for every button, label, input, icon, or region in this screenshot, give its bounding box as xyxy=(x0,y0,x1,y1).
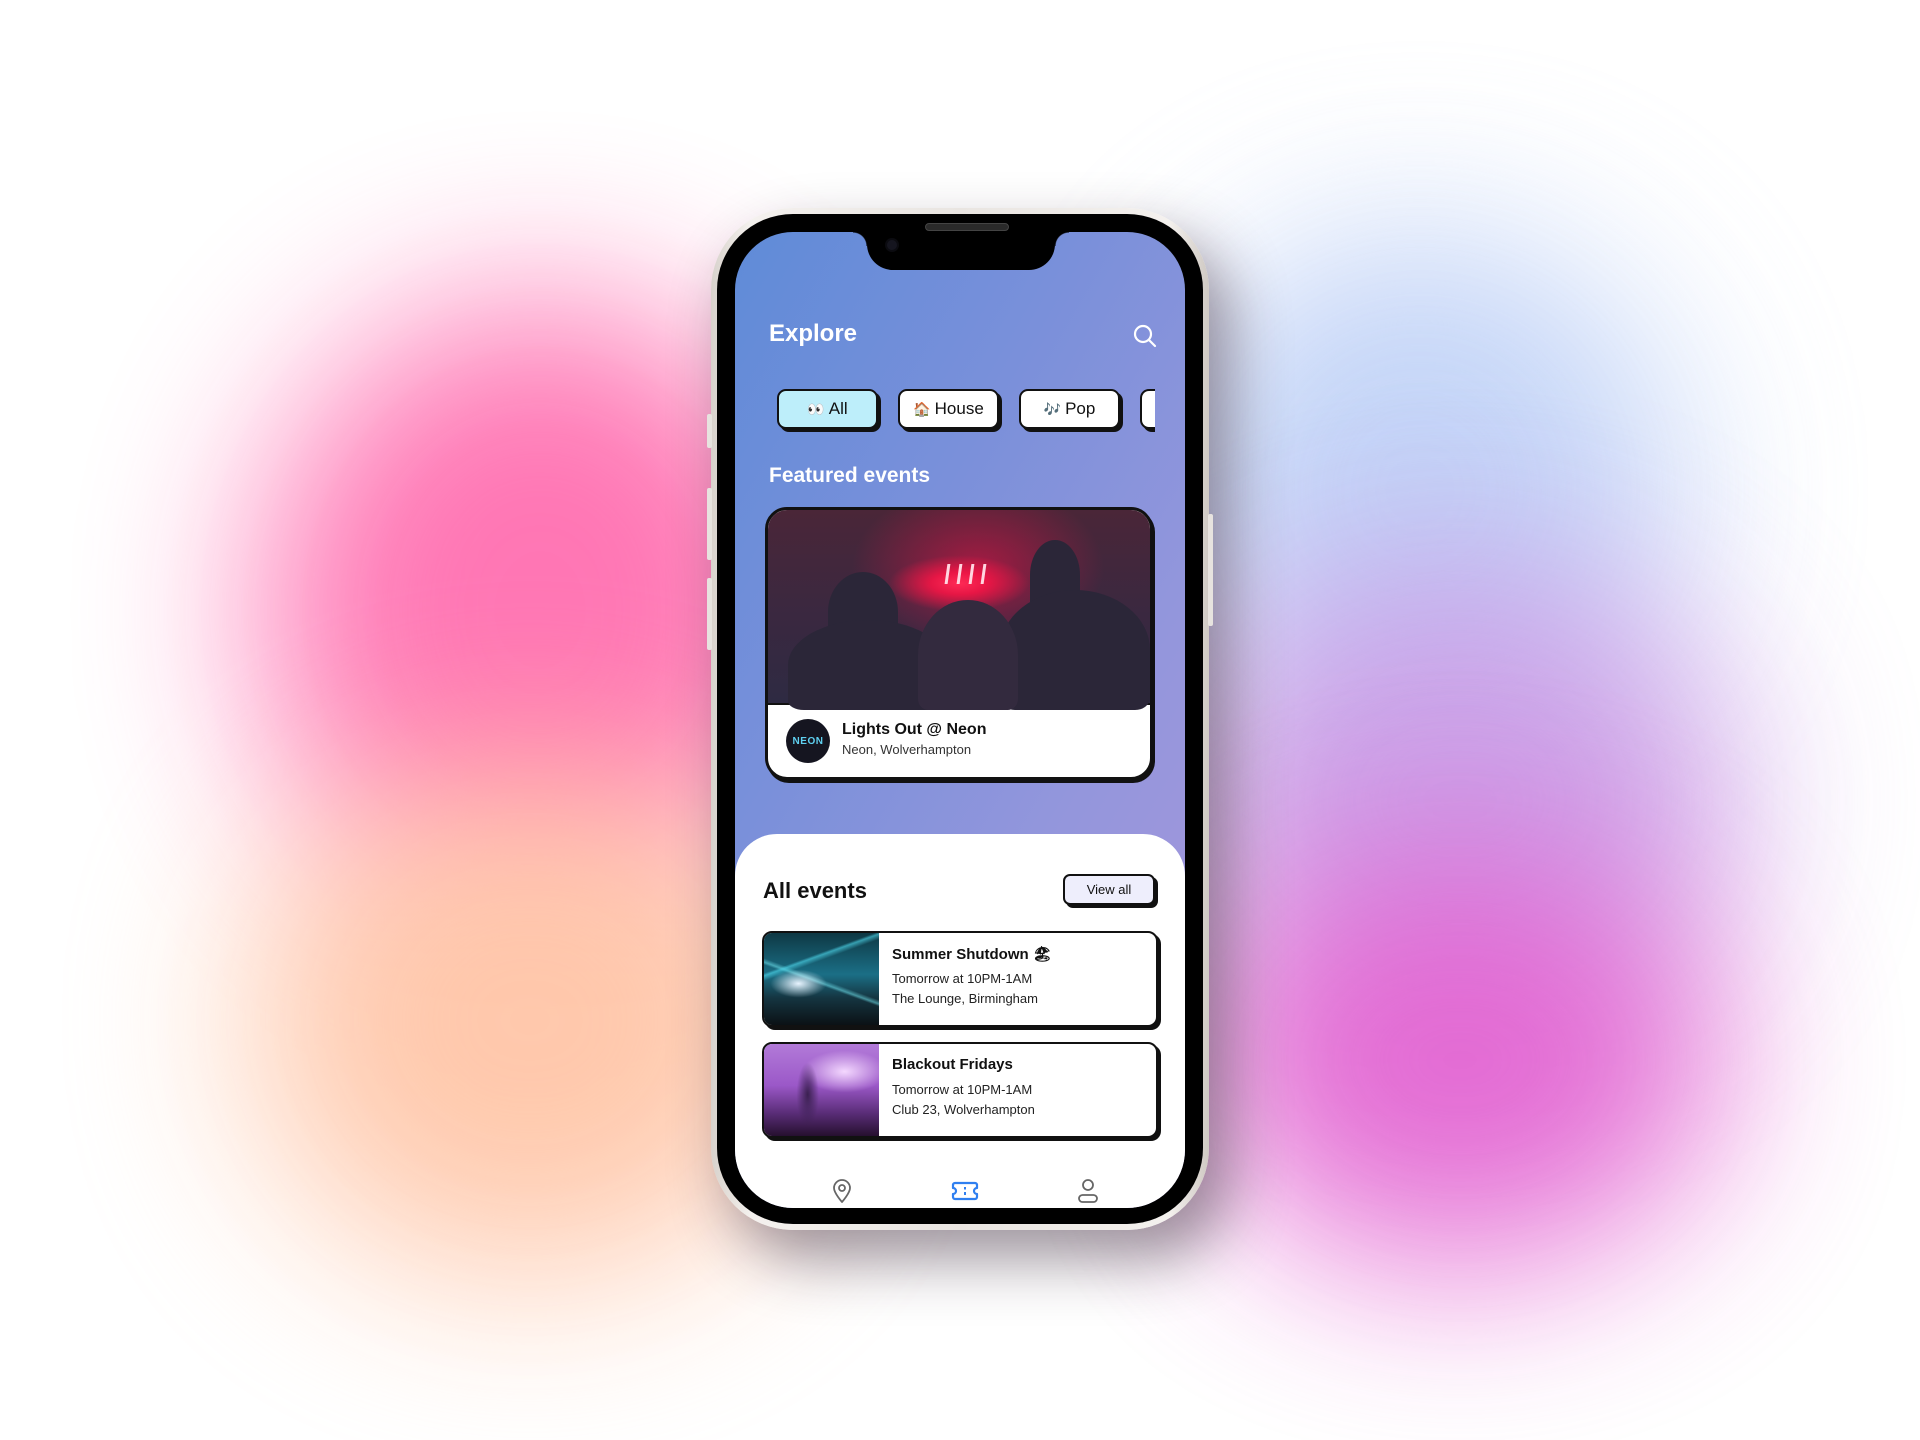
stage-lights xyxy=(944,564,987,584)
event-time: Tomorrow at 10PM-1AM xyxy=(892,1082,1033,1097)
category-chip-all[interactable]: 👀 All xyxy=(777,389,878,429)
view-all-button[interactable]: View all xyxy=(1063,874,1155,905)
power-button xyxy=(1208,514,1213,626)
phone-mockup: Explore 👀 All 🏠 House 🎶 Pop Featured eve… xyxy=(707,208,1213,1230)
crowd-silhouette xyxy=(1000,590,1150,710)
front-camera xyxy=(887,240,897,250)
app-screen: Explore 👀 All 🏠 House 🎶 Pop Featured eve… xyxy=(735,232,1185,1208)
event-thumbnail xyxy=(764,1044,879,1136)
earpiece-speaker xyxy=(925,223,1009,231)
beach-umbrella-icon: 🏖 xyxy=(1032,946,1052,963)
volume-up-button xyxy=(707,488,712,560)
search-icon xyxy=(1133,324,1157,348)
event-name-text: Summer Shutdown xyxy=(892,946,1029,963)
category-chip-pop[interactable]: 🎶 Pop xyxy=(1019,389,1120,429)
mute-switch xyxy=(707,414,712,448)
event-list-item[interactable]: Summer Shutdown 🏖 Tomorrow at 10PM-1AM T… xyxy=(762,931,1158,1027)
profile-icon xyxy=(1078,1179,1098,1203)
volume-down-button xyxy=(707,578,712,650)
nav-tickets-button[interactable] xyxy=(950,1176,980,1206)
nav-profile-button[interactable] xyxy=(1073,1176,1103,1206)
ticket-icon xyxy=(951,1181,979,1201)
house-icon: 🏠 xyxy=(913,400,931,417)
event-name: Summer Shutdown 🏖 xyxy=(892,945,1052,963)
crowd-silhouette xyxy=(918,600,1018,710)
search-button[interactable] xyxy=(1131,322,1159,350)
category-filter-bar: 👀 All 🏠 House 🎶 Pop xyxy=(775,389,1155,439)
chip-label: All xyxy=(828,399,848,418)
featured-event-card[interactable]: NEON Lights Out @ Neon Neon, Wolverhampt… xyxy=(765,507,1153,780)
all-events-sheet: All events View all Summer Shutdown 🏖 To… xyxy=(735,834,1185,1208)
nav-map-button[interactable] xyxy=(827,1176,857,1206)
chip-label: House xyxy=(934,399,984,418)
music-notes-icon: 🎶 xyxy=(1043,400,1062,417)
featured-event-location: Neon, Wolverhampton xyxy=(842,742,972,757)
all-events-title: All events xyxy=(763,878,867,903)
featured-event-name: Lights Out @ Neon xyxy=(842,721,987,738)
event-list-item[interactable]: Blackout Fridays Tomorrow at 10PM-1AM Cl… xyxy=(762,1042,1158,1138)
featured-event-info: NEON Lights Out @ Neon Neon, Wolverhampt… xyxy=(768,705,1150,777)
venue-logo: NEON xyxy=(786,719,830,763)
featured-section-title: Featured events xyxy=(769,464,931,487)
page-title: Explore xyxy=(769,320,858,347)
event-time: Tomorrow at 10PM-1AM xyxy=(892,971,1033,986)
event-venue: The Lounge, Birmingham xyxy=(892,991,1038,1006)
map-pin-icon xyxy=(833,1179,851,1203)
eyes-icon: 👀 xyxy=(807,400,825,417)
notch xyxy=(853,232,1069,270)
event-name: Blackout Fridays xyxy=(892,1056,1013,1073)
category-chip-more[interactable] xyxy=(1140,389,1155,429)
event-thumbnail xyxy=(764,933,879,1025)
category-chip-house[interactable]: 🏠 House xyxy=(898,389,999,429)
chip-label: Pop xyxy=(1065,399,1096,418)
bg-glow xyxy=(1200,850,1720,1270)
featured-event-image xyxy=(768,510,1150,710)
event-venue: Club 23, Wolverhampton xyxy=(892,1102,1035,1117)
